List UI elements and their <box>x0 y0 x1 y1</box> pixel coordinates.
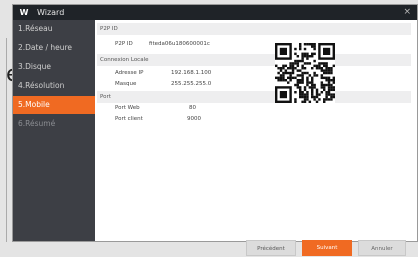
mask-value: 255.255.255.0 <box>171 81 212 87</box>
sidebar-item-resolution[interactable]: 4.Résolution <box>13 77 95 95</box>
mask-label: Masque <box>115 81 137 87</box>
section-header-local: Connexion Locale <box>97 54 411 66</box>
close-icon[interactable]: × <box>403 7 411 17</box>
web-port-label: Port Web <box>115 105 140 111</box>
web-port-value: 80 <box>189 105 196 111</box>
client-port-value: 9000 <box>187 116 201 122</box>
sidebar-item-reseau[interactable]: 1.Réseau <box>13 20 95 38</box>
qr-code-image <box>275 43 336 104</box>
sidebar-item-disque[interactable]: 3.Disque <box>13 58 95 76</box>
wizard-sidebar: 1.Réseau 2.Date / heure 3.Disque 4.Résol… <box>13 20 95 241</box>
p2p-id-label: P2P ID <box>115 41 133 47</box>
wizard-window: W Wizard × 1.Réseau 2.Date / heure 3.Dis… <box>12 4 418 256</box>
section-header-p2p: P2P ID <box>97 23 411 35</box>
sidebar-item-mobile[interactable]: 5.Mobile <box>13 96 95 114</box>
ip-label: Adresse IP <box>115 70 144 76</box>
sidebar-item-date-heure[interactable]: 2.Date / heure <box>13 39 95 57</box>
qr-code-graphic <box>275 43 336 104</box>
ip-value: 192.168.1.100 <box>171 70 212 76</box>
sidebar-item-resume: 6.Résumé <box>18 119 56 128</box>
window-title: Wizard <box>37 8 65 17</box>
wizard-content: P2P ID P2P ID fiteda06u180600001c Connex… <box>95 20 417 256</box>
previous-button[interactable]: Précédent <box>246 240 296 256</box>
title-bar: W Wizard × <box>13 5 417 20</box>
app-logo-icon: W <box>19 8 29 17</box>
client-port-label: Port client <box>115 116 143 122</box>
cancel-button[interactable]: Annuler <box>358 240 406 256</box>
next-button[interactable]: Suivant <box>302 240 352 256</box>
section-header-port: Port <box>97 91 411 103</box>
p2p-id-value: fiteda06u180600001c <box>149 41 210 47</box>
